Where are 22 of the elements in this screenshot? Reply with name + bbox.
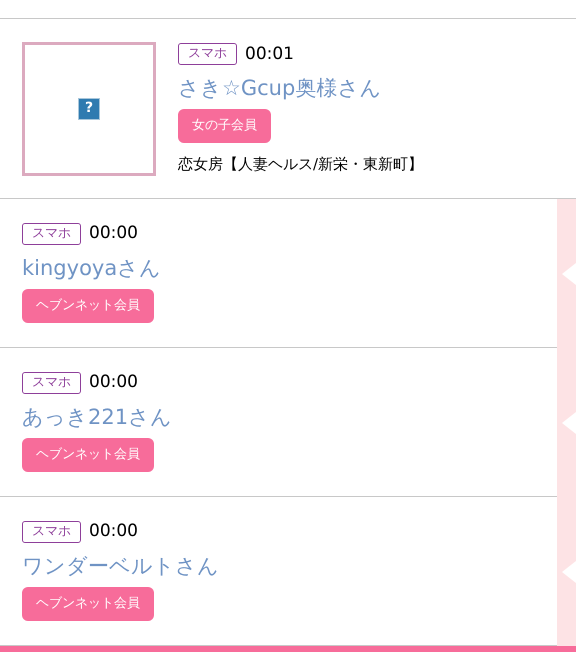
device-tag: スマホ xyxy=(22,222,81,245)
user-name[interactable]: ワンダーベルトさん xyxy=(22,552,557,578)
shop-text: 恋女房【人妻ヘルス/新栄・東新町】 xyxy=(178,154,424,175)
time-text: 00:00 xyxy=(89,371,138,394)
device-tag: スマホ xyxy=(22,372,81,394)
device-tag: スマホ xyxy=(22,520,81,543)
user-name[interactable]: さき☆Gcup奥様さん xyxy=(178,75,424,101)
user-name[interactable]: kingyoyaさん xyxy=(22,254,557,280)
time-text: 00:00 xyxy=(89,520,138,543)
member-type-button[interactable]: ヘブンネット会員 xyxy=(22,288,154,322)
member-type-button[interactable]: ヘブンネット会員 xyxy=(22,586,154,620)
notch-icon xyxy=(562,560,576,582)
user-name[interactable]: あっき221さん xyxy=(22,404,557,430)
profile-image-frame[interactable]: ? xyxy=(22,42,156,176)
broken-image-icon: ? xyxy=(78,98,100,120)
notch-icon xyxy=(562,262,576,284)
notch-icon xyxy=(562,412,576,434)
device-tag: スマホ xyxy=(178,43,237,66)
member-type-button[interactable]: 女の子会員 xyxy=(178,109,271,143)
time-text: 00:01 xyxy=(245,42,294,66)
time-text: 00:00 xyxy=(89,222,138,245)
member-type-button[interactable]: ヘブンネット会員 xyxy=(22,438,154,472)
